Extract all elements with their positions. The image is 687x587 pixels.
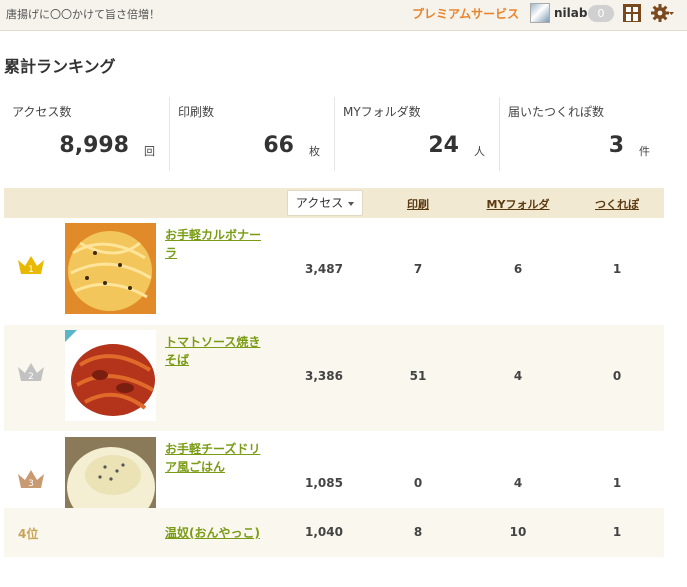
kitchen-icon[interactable] bbox=[622, 3, 642, 23]
table-row: 4位 温奴(おんやっこ) 1,040 8 10 1 bbox=[4, 508, 664, 557]
stat-unit: 人 bbox=[474, 145, 485, 158]
column-header-tsukurepo[interactable]: つくれぽ bbox=[595, 196, 639, 212]
panel-title: 累計ランキング bbox=[4, 57, 116, 76]
myfolder-count: 6 bbox=[513, 262, 523, 276]
recipe-link[interactable]: お手軽カルボナーラ bbox=[165, 226, 261, 262]
svg-text:1: 1 bbox=[28, 265, 34, 275]
print-count: 7 bbox=[413, 262, 423, 276]
caret-down-icon bbox=[348, 201, 355, 206]
stat-unit: 件 bbox=[639, 145, 650, 158]
access-count: 3,487 bbox=[305, 262, 343, 276]
avatar[interactable] bbox=[530, 3, 550, 23]
recipe-link[interactable]: トマトソース焼きそば bbox=[165, 333, 261, 369]
stat-value: 24 bbox=[428, 133, 459, 158]
stats-summary: アクセス数 8,998 回 印刷数 66 枚 MYフォルダ数 24 人 届いたつ… bbox=[4, 97, 664, 171]
notification-badge[interactable]: 0 bbox=[588, 5, 614, 22]
stat-myfolder: MYフォルダ数 24 人 bbox=[334, 97, 499, 171]
recipe-link[interactable]: お手軽チーズドリア風ごはん bbox=[165, 440, 261, 476]
recipe-link[interactable]: 温奴(おんやっこ) bbox=[165, 524, 260, 542]
recipe-photo[interactable] bbox=[65, 223, 156, 314]
svg-text:3: 3 bbox=[28, 479, 34, 489]
tsukurepo-count: 0 bbox=[612, 369, 622, 383]
tagline[interactable]: 唐揚げに〇〇かけて旨さ倍増！ bbox=[6, 6, 160, 22]
stat-value: 8,998 bbox=[59, 133, 129, 158]
print-count: 8 bbox=[413, 525, 423, 539]
stat-tsukurepo: 届いたつくれぽ数 3 件 bbox=[499, 97, 664, 171]
stat-print: 印刷数 66 枚 bbox=[169, 97, 334, 171]
print-count: 0 bbox=[413, 476, 423, 490]
gold-crown-icon: 1 bbox=[18, 256, 44, 275]
stat-label: アクセス数 bbox=[12, 105, 72, 119]
access-count: 1,040 bbox=[305, 525, 343, 539]
sort-label: アクセス bbox=[295, 196, 344, 210]
table-header: アクセス 印刷 MYフォルダ つくれぽ bbox=[4, 188, 664, 218]
stat-value: 66 bbox=[263, 133, 294, 158]
column-header-myfolder[interactable]: MYフォルダ bbox=[487, 196, 550, 212]
tsukurepo-count: 1 bbox=[612, 262, 622, 276]
recipe-photo[interactable] bbox=[65, 330, 156, 421]
stat-unit: 枚 bbox=[309, 145, 320, 158]
tsukurepo-count: 1 bbox=[612, 476, 622, 490]
myfolder-count: 4 bbox=[513, 476, 523, 490]
sort-access-button[interactable]: アクセス bbox=[287, 190, 363, 216]
gear-icon[interactable] bbox=[650, 2, 674, 24]
access-count: 3,386 bbox=[305, 369, 343, 383]
rank-label: 4位 bbox=[18, 527, 39, 541]
column-header-print[interactable]: 印刷 bbox=[407, 196, 429, 212]
access-count: 1,085 bbox=[305, 476, 343, 490]
myfolder-count: 10 bbox=[509, 525, 527, 539]
myfolder-count: 4 bbox=[513, 369, 523, 383]
top-bar: 唐揚げに〇〇かけて旨さ倍増！ プレミアムサービス nilab 0 bbox=[0, 0, 687, 28]
table-row: 2 トマトソース焼きそば 3,386 51 4 0 bbox=[4, 325, 664, 431]
silver-crown-icon: 2 bbox=[18, 363, 44, 382]
stat-unit: 回 bbox=[144, 145, 155, 158]
tsukurepo-count: 1 bbox=[612, 525, 622, 539]
stat-label: MYフォルダ数 bbox=[343, 105, 421, 119]
bronze-crown-icon: 3 bbox=[18, 470, 44, 489]
print-count: 51 bbox=[409, 369, 427, 383]
stat-access: アクセス数 8,998 回 bbox=[4, 97, 169, 171]
stat-label: 届いたつくれぽ数 bbox=[508, 105, 605, 119]
stat-value: 3 bbox=[608, 133, 624, 158]
stat-label: 印刷数 bbox=[178, 105, 215, 119]
username[interactable]: nilab bbox=[554, 6, 587, 20]
svg-text:2: 2 bbox=[28, 372, 34, 382]
table-row: 1 お手軽カルボナーラ 3,487 7 6 1 bbox=[4, 218, 664, 324]
ranking-panel: 累計ランキング アクセス数 8,998 回 印刷数 66 枚 MYフォルダ数 2… bbox=[0, 30, 687, 587]
premium-service-link[interactable]: プレミアムサービス bbox=[412, 5, 519, 22]
